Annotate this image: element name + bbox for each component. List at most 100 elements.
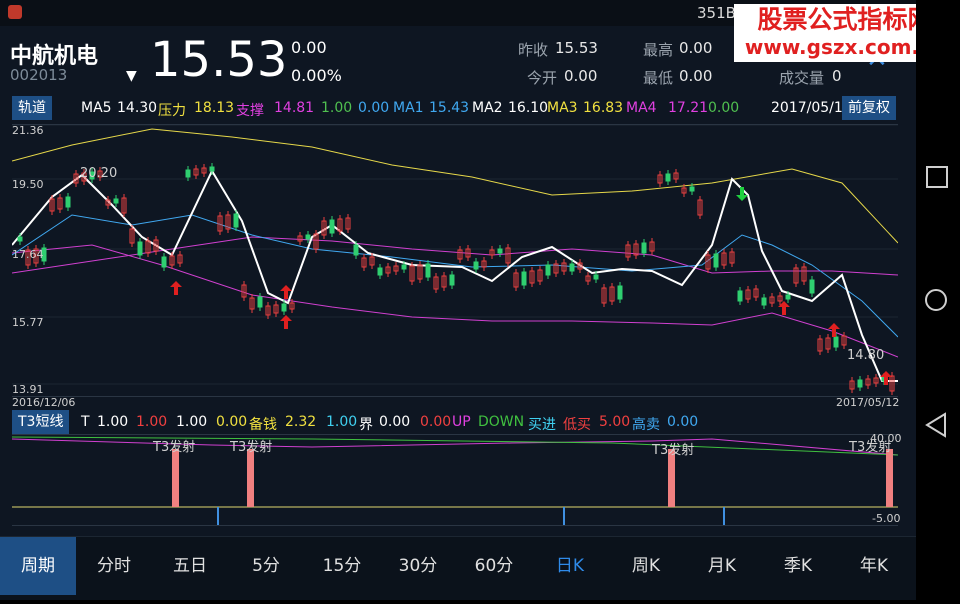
y-label-1: 21.36 — [12, 124, 44, 137]
main-ind-item: 16.10 — [508, 100, 549, 116]
signal-bar — [247, 449, 254, 507]
main-ind-item: MA1 — [393, 100, 424, 116]
y-label-2: 19.50 — [12, 178, 44, 191]
open-label: 今开 — [527, 69, 558, 87]
main-ind-item: 0.00 — [708, 100, 740, 116]
tab-2[interactable]: 五日 — [152, 537, 228, 595]
main-ind-item: 支撑 — [236, 103, 264, 119]
candle-body — [449, 274, 455, 286]
sub-ind-item: 0.00 — [420, 414, 452, 430]
main-ind-item: MA5 — [81, 100, 112, 116]
sub-ind-item: 1.00 — [326, 414, 358, 430]
pressure-line — [12, 128, 898, 244]
candle-body — [689, 186, 695, 192]
candle-body — [185, 169, 191, 178]
low-mark-label: 14.80 — [847, 348, 885, 363]
candle-body — [401, 264, 407, 270]
tab-6[interactable]: 60分 — [456, 537, 532, 595]
sub-ind-item: 低买 — [563, 417, 591, 433]
sub-y-top: 40.00 — [870, 432, 902, 445]
signal-label-2: T3发射 — [230, 440, 273, 455]
sub-indicator-tag[interactable]: T3短线 — [12, 410, 70, 434]
tab-10[interactable]: 季K — [760, 537, 836, 595]
signal-bar — [172, 449, 179, 507]
tab-7[interactable]: 日K — [532, 537, 608, 595]
main-ind-item: MA2 — [472, 100, 503, 116]
sub-ind-item: UP — [452, 414, 471, 430]
candle-body — [521, 271, 527, 286]
candle-body — [761, 297, 767, 306]
candle-body — [545, 264, 551, 276]
period-tab-bar: 周期 分时 五日 5分 15分 30分 60分 日K 周K 月K 季K 年K — [0, 536, 916, 600]
candle-body — [377, 267, 383, 276]
sub-y-bottom: -5.00 — [872, 512, 901, 525]
sub-chart[interactable] — [12, 434, 898, 526]
main-ind-item: 18.13 — [194, 100, 235, 116]
notification-icon — [8, 5, 22, 19]
candle-body — [329, 219, 335, 234]
tab-3[interactable]: 5分 — [228, 537, 304, 595]
candle-body — [113, 198, 119, 204]
sub-ind-item: 0.00 — [379, 414, 411, 430]
main-ind-item: 14.30 — [117, 100, 158, 116]
sub-ind-item: 1.00 — [176, 414, 208, 430]
tab-1[interactable]: 分时 — [76, 537, 152, 595]
signal-label-1: T3发射 — [153, 440, 196, 455]
tab-0[interactable]: 周期 — [0, 537, 76, 595]
watermark-url: www.gszx.com.cn — [744, 35, 916, 59]
price-change: 0.00 — [291, 38, 327, 57]
main-ind-item: MA3 — [547, 100, 578, 116]
sub-down-line — [12, 436, 898, 456]
candle-body — [665, 173, 671, 182]
main-indicator-tag[interactable]: 轨道 — [12, 96, 52, 120]
low-value: 0.00 — [679, 67, 713, 85]
candle-body — [209, 166, 215, 172]
sub-ind-item: 0.00 — [667, 414, 699, 430]
app-window: 351B 股票公式指标网 www.gszx.com.cn 中航机电 002013… — [0, 0, 916, 600]
end-date: 2017/05/12 — [836, 396, 900, 409]
back-icon[interactable] — [925, 412, 946, 438]
recent-apps-icon[interactable] — [926, 166, 948, 188]
sub-ind-item: 1.00 — [97, 414, 129, 430]
tab-4[interactable]: 15分 — [304, 537, 380, 595]
candle-body — [737, 290, 743, 302]
ma5-line — [12, 168, 898, 382]
sub-ind-item: 0.00 — [216, 414, 248, 430]
candle-body — [617, 285, 623, 300]
status-text: 351B — [697, 4, 736, 22]
candle-body — [281, 303, 287, 312]
tab-8[interactable]: 周K — [608, 537, 684, 595]
main-ind-item: 压力 — [158, 103, 186, 119]
low-label: 最低 — [643, 69, 674, 87]
sub-ind-item: DOWN — [478, 414, 525, 430]
sub-chart-svg — [12, 436, 898, 525]
tab-11[interactable]: 年K — [836, 537, 912, 595]
sub-ind-item: T — [81, 414, 90, 430]
y-label-4: 15.77 — [12, 316, 44, 329]
main-date-top: 2017/05/12 — [771, 100, 852, 116]
buy-arrow-icon — [170, 281, 182, 295]
open-value: 0.00 — [564, 67, 598, 85]
main-chart[interactable] — [12, 124, 898, 397]
home-icon[interactable] — [925, 289, 947, 311]
sub-ind-item: 备钱 — [249, 417, 277, 433]
candle-body — [17, 236, 23, 242]
candle-body — [473, 261, 479, 270]
signal-bar — [886, 449, 893, 507]
sub-ind-item: 高卖 — [632, 417, 660, 433]
volume-label: 成交量 — [779, 69, 825, 87]
sub-ind-item: 2.32 — [285, 414, 317, 430]
tab-5[interactable]: 30分 — [380, 537, 456, 595]
price-down-icon: ▼ — [126, 68, 137, 84]
start-date: 2016/12/06 — [12, 396, 76, 409]
y-label-3: 17.64 — [12, 248, 44, 261]
candle-body — [425, 263, 431, 278]
watermark-title: 股票公式指标网 — [757, 5, 916, 34]
high-mark-label: 20.20 — [80, 166, 118, 181]
y-label-5: 13.91 — [12, 383, 44, 396]
restore-right-button[interactable]: 前复权 — [842, 96, 896, 120]
candle-body — [257, 296, 263, 308]
high-label: 最高 — [643, 41, 674, 59]
sub-ind-item: 1.00 — [136, 414, 168, 430]
tab-9[interactable]: 月K — [684, 537, 760, 595]
